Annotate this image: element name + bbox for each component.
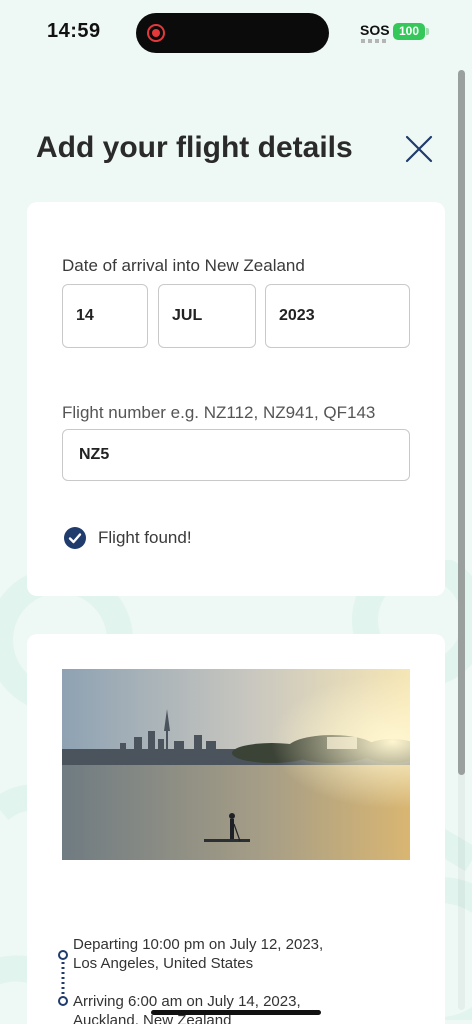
departure-time: Departing 10:00 pm on July 12, 2023, bbox=[73, 936, 324, 953]
arrival-time: Arriving 6:00 am on July 14, 2023, bbox=[73, 993, 301, 1010]
screen: 14:59 SOS 100 Add your flight details Da… bbox=[0, 0, 472, 1024]
check-circle-icon bbox=[64, 527, 86, 549]
dynamic-island[interactable] bbox=[136, 13, 329, 53]
flight-number-field[interactable]: NZ5 bbox=[62, 429, 410, 481]
flight-found-status: Flight found! bbox=[64, 527, 192, 549]
arrival-year-field[interactable]: 2023 bbox=[265, 284, 410, 348]
battery-level: 100 bbox=[393, 23, 425, 40]
carrier-label: SOS bbox=[360, 22, 390, 38]
arrival-info: Arriving 6:00 am on July 14, 2023, Auckl… bbox=[73, 992, 301, 1024]
home-indicator[interactable] bbox=[151, 1010, 321, 1015]
close-icon bbox=[405, 135, 433, 163]
scrollbar-thumb[interactable] bbox=[458, 70, 465, 775]
arrival-month-field[interactable]: JUL bbox=[158, 284, 256, 348]
close-button[interactable] bbox=[402, 132, 436, 166]
destination-photo bbox=[62, 669, 410, 860]
screen-record-icon bbox=[147, 24, 165, 42]
battery-cap-icon bbox=[426, 28, 429, 35]
signal-dots-icon bbox=[361, 39, 387, 43]
flight-form-card: Date of arrival into New Zealand 14 JUL … bbox=[27, 202, 445, 596]
page-title: Add your flight details bbox=[36, 131, 353, 164]
flight-number-label: Flight number e.g. NZ112, NZ941, QF143 bbox=[62, 403, 376, 422]
status-bar: 14:59 SOS 100 bbox=[0, 0, 472, 64]
arrival-date-label: Date of arrival into New Zealand bbox=[62, 256, 305, 275]
arrival-day-field[interactable]: 14 bbox=[62, 284, 148, 348]
route-timeline-icon bbox=[58, 950, 68, 1006]
flight-found-text: Flight found! bbox=[98, 528, 192, 547]
departure-info: Departing 10:00 pm on July 12, 2023, Los… bbox=[73, 935, 323, 973]
status-time: 14:59 bbox=[47, 20, 101, 42]
departure-place: Los Angeles, United States bbox=[73, 955, 254, 972]
flight-details-card: Departing 10:00 pm on July 12, 2023, Los… bbox=[27, 634, 445, 1024]
